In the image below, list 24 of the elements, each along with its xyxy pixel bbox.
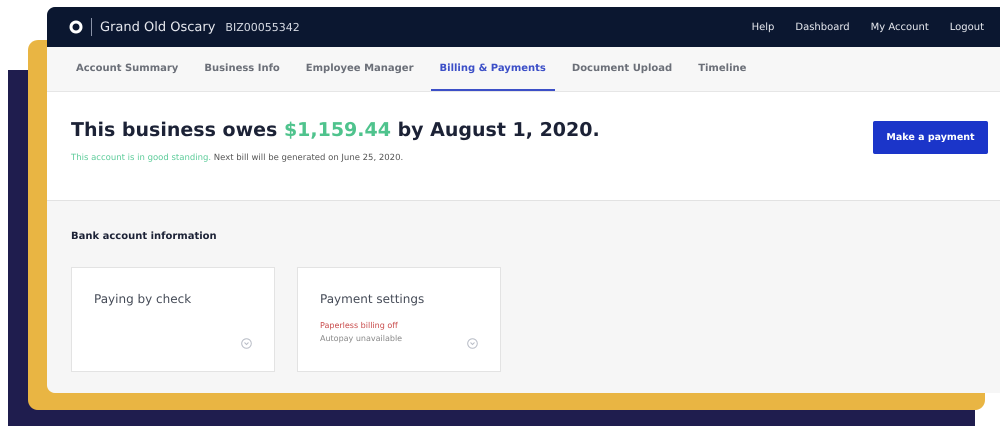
card-title: Payment settings xyxy=(320,292,426,306)
nav-link[interactable]: Dashboard xyxy=(795,22,850,32)
account-status-text: This account is in good standing. Next bill will be generated on June 25, 2020. xyxy=(71,153,404,163)
tab[interactable]: Business Info xyxy=(195,47,289,91)
section-heading: Bank account information xyxy=(71,231,218,242)
nav-link[interactable]: My Account xyxy=(870,22,929,32)
logo-icon xyxy=(69,20,83,34)
card-title: Paying by check xyxy=(94,292,192,306)
status-text: Paperless billing off xyxy=(320,321,399,330)
settings-card[interactable]: Paying by check xyxy=(71,267,275,372)
settings-card[interactable]: Payment settings Paperless billing off Autopay unavailable xyxy=(297,267,501,372)
status-text: Autopay unavailable xyxy=(320,334,404,343)
nav-link[interactable]: Help xyxy=(752,22,774,32)
nav-link[interactable]: Logout xyxy=(950,22,984,32)
tab[interactable]: Timeline xyxy=(689,47,756,91)
account-id: BIZ00055342 xyxy=(225,20,300,34)
amount-due-heading: This business owes $1,159.44 by August 1, 2020. xyxy=(71,119,601,141)
business-name: Grand Old Oscary xyxy=(100,20,216,34)
make-payment-button[interactable]: Make a payment xyxy=(873,121,988,154)
tab[interactable]: Document Upload xyxy=(562,47,682,91)
tab[interactable]: Account Summary xyxy=(67,47,188,91)
tab[interactable]: Employee Manager xyxy=(296,47,423,91)
chevron-circle-icon[interactable] xyxy=(241,338,252,349)
chevron-circle-icon[interactable] xyxy=(467,338,478,349)
